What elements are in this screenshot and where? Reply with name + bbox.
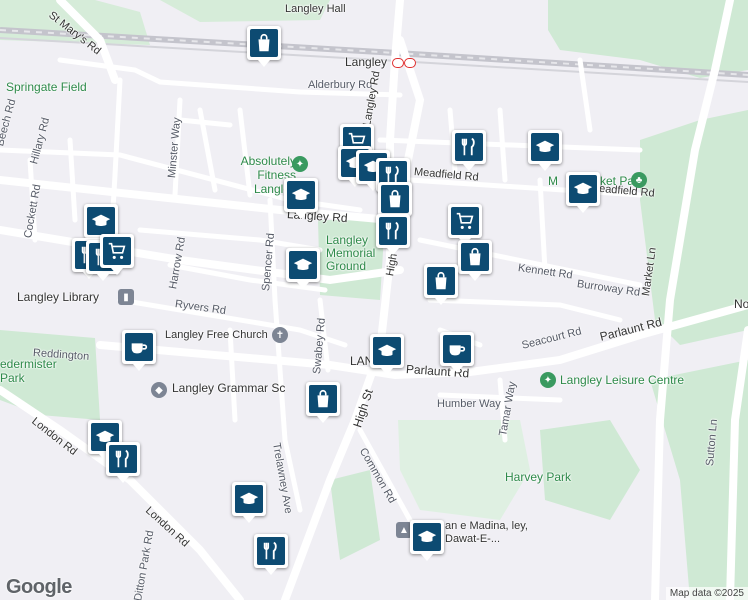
pin-supermarket-3[interactable] [100, 234, 134, 275]
label-langley-hall: Langley Hall [285, 3, 346, 15]
pin-school-6[interactable] [286, 248, 320, 289]
label-humber-way: Humber Way [437, 398, 501, 410]
church-poi-icon[interactable]: ✝ [272, 327, 288, 343]
google-logo: Google [6, 576, 72, 598]
map-attribution[interactable]: Map data ©2025 [665, 587, 748, 600]
graduation-cap-icon [531, 133, 559, 161]
label-alderbury-rd: Alderbury Rd [308, 79, 373, 91]
pin-restaurant-4[interactable] [254, 534, 288, 575]
label-langley-station: Langley [345, 55, 388, 69]
shopping-bag-icon [427, 267, 455, 295]
pin-school-11[interactable] [410, 520, 444, 561]
label-langley-free-church: Langley Free Church [165, 329, 268, 341]
cutlery-icon [109, 445, 137, 473]
shopping-bag-icon [250, 29, 278, 57]
cutlery-icon [455, 133, 483, 161]
pin-shopping-4[interactable] [306, 382, 340, 423]
pin-restaurant-5[interactable] [376, 214, 410, 255]
label-upton-park: edermister Park [0, 357, 57, 385]
map-canvas[interactable]: Langley Hall St Mary's Rd Langley Alderb… [0, 0, 748, 600]
pin-cafe-2[interactable] [122, 330, 156, 371]
pin-school-10[interactable] [84, 204, 118, 245]
shopping-cart-icon [451, 207, 479, 235]
park-poi-icon[interactable]: ♣ [631, 172, 647, 188]
label-langley-library: Langley Library [17, 290, 100, 304]
label-langley-grammar: Langley Grammar Sc [172, 381, 286, 395]
shopping-cart-icon [103, 237, 131, 265]
graduation-cap-icon [413, 523, 441, 551]
cutlery-icon [379, 217, 407, 245]
graduation-cap-icon [287, 181, 315, 209]
library-poi-icon[interactable]: ▮ [118, 289, 134, 305]
pin-supermarket-2[interactable] [448, 204, 482, 245]
shopping-bag-icon [461, 243, 489, 271]
label-harvey-park: Harvey Park [505, 470, 572, 484]
cutlery-icon [257, 537, 285, 565]
pin-shopping-2[interactable] [378, 182, 412, 223]
graduation-cap-icon [235, 485, 263, 513]
pin-school-1[interactable] [528, 130, 562, 171]
pin-school-4[interactable] [566, 172, 600, 213]
graduation-cap-icon [569, 175, 597, 203]
pin-school-7[interactable] [370, 334, 404, 375]
pin-cafe-1[interactable] [440, 332, 474, 373]
pin-school-5[interactable] [284, 178, 318, 219]
pin-restaurant-3[interactable] [106, 442, 140, 483]
label-mosque: an e Madina, ley, Dawat-E-... [445, 520, 528, 545]
label-no: No [734, 297, 748, 311]
graduation-cap-icon [87, 207, 115, 235]
rail-station-icon [392, 58, 404, 68]
graduation-cap-icon [373, 337, 401, 365]
label-langley-leisure-centre: Langley Leisure Centre [560, 373, 685, 387]
pin-school-9[interactable] [232, 482, 266, 523]
coffee-cup-icon [443, 335, 471, 363]
pin-shopping-3[interactable] [458, 240, 492, 281]
label-market-park-1: M [548, 174, 558, 188]
shopping-bag-icon [309, 385, 337, 413]
rail-station-icon-2 [404, 58, 416, 68]
label-springate-field: Springate Field [6, 80, 87, 94]
pin-shopping-1[interactable] [247, 26, 281, 67]
shopping-bag-icon [381, 185, 409, 213]
leisure-poi-icon[interactable]: ✦ [540, 372, 556, 388]
pin-shopping-5[interactable] [424, 264, 458, 305]
school-poi-icon[interactable]: ◆ [151, 382, 167, 398]
pin-restaurant-1[interactable] [452, 130, 486, 171]
fitness-poi-icon[interactable]: ✦ [292, 156, 308, 172]
graduation-cap-icon [289, 251, 317, 279]
coffee-cup-icon [125, 333, 153, 361]
